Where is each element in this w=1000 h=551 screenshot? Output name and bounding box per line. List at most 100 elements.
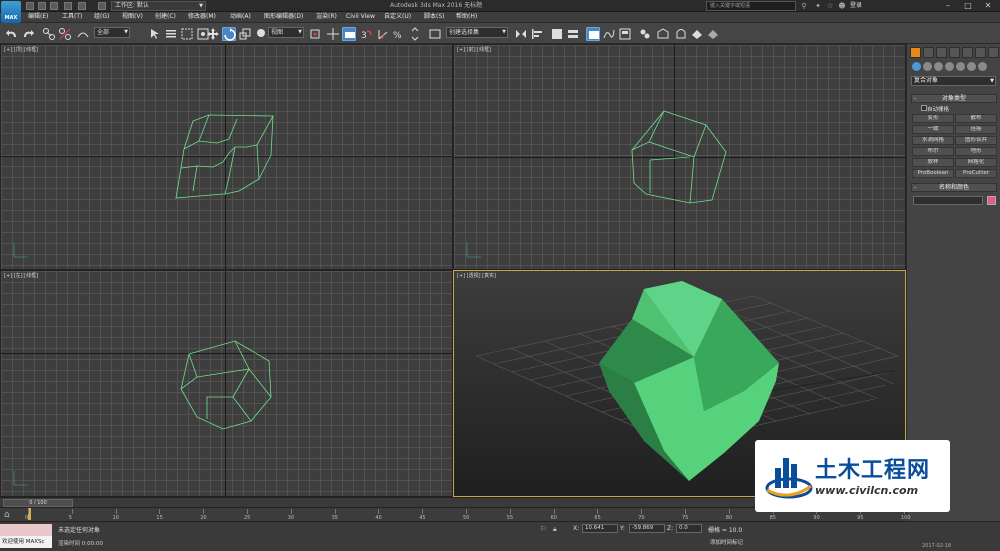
create-tab-icon[interactable] <box>910 47 921 58</box>
search-input[interactable]: 键入关键字或短语 <box>706 1 796 11</box>
save-file-icon[interactable] <box>50 2 58 10</box>
wireframe-object[interactable] <box>1 45 453 270</box>
geometry-icon[interactable] <box>912 62 921 71</box>
app-logo[interactable]: MAX <box>1 1 21 23</box>
object-type-rollout[interactable]: - 对象类型 <box>911 94 997 103</box>
morph-button[interactable]: 变形 <box>912 114 954 123</box>
unlink-icon[interactable] <box>58 27 72 41</box>
reference-coord-dropdown[interactable]: 视图 ▼ <box>268 27 304 38</box>
y-coordinate-input[interactable]: -59.869 <box>629 524 665 533</box>
space-warps-icon[interactable] <box>967 62 976 71</box>
motion-tab-icon[interactable] <box>949 47 960 58</box>
selection-filter-dropdown[interactable]: 全部 ▼ <box>94 27 130 38</box>
align-icon[interactable] <box>530 27 544 41</box>
wireframe-object[interactable] <box>1 271 453 497</box>
rotate-icon[interactable] <box>222 27 236 41</box>
toggle-ribbon-icon[interactable] <box>566 27 580 41</box>
menu-views[interactable]: 视图(V) <box>122 12 143 22</box>
rectangular-selection-icon[interactable] <box>180 27 194 41</box>
x-coordinate-input[interactable]: 10.641 <box>582 524 618 533</box>
render-setup-icon[interactable] <box>656 27 670 41</box>
minimize-icon[interactable]: – <box>940 0 956 12</box>
connect-button[interactable]: 连接 <box>955 125 997 134</box>
mesher-button[interactable]: 网格化 <box>955 158 997 167</box>
snaps-toggle-icon[interactable]: 3 <box>360 27 374 41</box>
mirror-icon[interactable] <box>514 27 528 41</box>
pivot-center-icon[interactable] <box>308 27 322 41</box>
utilities-tab-icon[interactable] <box>975 47 986 58</box>
lock-icon[interactable]: 🔒︎ <box>553 525 557 534</box>
new-file-icon[interactable] <box>26 2 34 10</box>
scatter-button[interactable]: 散布 <box>955 114 997 123</box>
boolean-button[interactable]: 布尔 <box>912 147 954 156</box>
menu-create[interactable]: 创建(C) <box>155 12 176 22</box>
maxscript-listener[interactable] <box>0 524 52 536</box>
viewport-front[interactable]: [+] [前] [线框] <box>453 44 906 270</box>
viewport-left[interactable]: [+] [左] [线框] <box>0 270 453 497</box>
layer-manager-icon[interactable] <box>550 27 564 41</box>
spinner-snap-icon[interactable] <box>408 27 422 41</box>
terrain-button[interactable]: 地形 <box>955 147 997 156</box>
info-center-icon[interactable]: ✦ <box>814 2 822 10</box>
key-filter-icon[interactable]: ⌂ <box>4 509 16 521</box>
lights-icon[interactable] <box>934 62 943 71</box>
object-name-input[interactable] <box>913 196 983 205</box>
name-color-rollout[interactable]: - 名称和颜色 <box>911 183 997 192</box>
select-manipulate-icon[interactable] <box>326 27 340 41</box>
loft-button[interactable]: 放样 <box>912 158 954 167</box>
rendered-frame-window-icon[interactable] <box>674 27 688 41</box>
viewport-top[interactable]: [+] [顶] [线框] <box>0 44 453 270</box>
add-time-tag-button[interactable]: 添加时间标记 <box>710 538 743 546</box>
menu-graph-editors[interactable]: 图形编辑器(D) <box>264 12 303 22</box>
render-production-icon[interactable] <box>690 27 704 41</box>
schematic-view-icon[interactable] <box>618 27 632 41</box>
scene-explorer-icon[interactable] <box>586 27 600 41</box>
menu-help[interactable]: 帮助(H) <box>456 12 477 22</box>
object-category-dropdown[interactable]: 复合对象 ▼ <box>911 76 996 86</box>
z-coordinate-input[interactable]: 0.0 <box>676 524 702 533</box>
redo-icon[interactable] <box>21 27 35 41</box>
place-icon[interactable] <box>254 27 268 41</box>
close-icon[interactable]: ✕ <box>980 0 996 12</box>
curve-editor-icon[interactable] <box>602 27 616 41</box>
select-by-name-icon[interactable] <box>164 27 178 41</box>
menu-modifiers[interactable]: 修改器(M) <box>188 12 216 22</box>
systems-icon[interactable] <box>978 62 987 71</box>
menu-edit[interactable]: 编辑(E) <box>28 12 48 22</box>
modify-tab-icon[interactable] <box>923 47 934 58</box>
display-tab-icon[interactable] <box>962 47 973 58</box>
keyboard-shortcut-icon[interactable] <box>342 27 356 41</box>
maximize-icon[interactable]: □ <box>960 0 976 12</box>
select-object-icon[interactable] <box>148 27 162 41</box>
maxscript-mini[interactable]: 欢迎使用 MAXSc <box>0 536 52 548</box>
render-iterative-icon[interactable] <box>706 27 720 41</box>
scale-icon[interactable] <box>238 27 252 41</box>
menu-group[interactable]: 组(G) <box>94 12 109 22</box>
menu-civil-view[interactable]: Civil View <box>346 12 375 22</box>
project-folder-icon[interactable] <box>98 2 106 10</box>
open-file-icon[interactable] <box>38 2 46 10</box>
named-selection-dropdown[interactable]: 创建选择集 ▼ <box>446 27 508 38</box>
menu-rendering[interactable]: 渲染(R) <box>316 12 337 22</box>
object-color-swatch[interactable] <box>987 196 996 205</box>
cameras-icon[interactable] <box>945 62 954 71</box>
hierarchy-tab-icon[interactable] <box>936 47 947 58</box>
time-slider-handle[interactable]: 0 / 100 <box>3 499 73 507</box>
workspace-dropdown[interactable]: 工作区: 默认 ▼ <box>111 1 206 11</box>
menu-animation[interactable]: 动画(A) <box>230 12 251 22</box>
conform-button[interactable]: 一致 <box>912 125 954 134</box>
menu-customize[interactable]: 自定义(U) <box>384 12 411 22</box>
undo-icon[interactable] <box>5 27 19 41</box>
undo-icon[interactable] <box>64 2 72 10</box>
procutter-button[interactable]: ProCutter <box>955 169 997 178</box>
menu-tools[interactable]: 工具(T) <box>62 12 82 22</box>
material-editor-icon[interactable] <box>638 27 652 41</box>
search-icon[interactable]: ⚲ <box>800 2 808 10</box>
angle-snap-icon[interactable] <box>376 27 390 41</box>
menu-scripting[interactable]: 脚本(S) <box>424 12 445 22</box>
wireframe-object[interactable] <box>454 45 906 270</box>
move-icon[interactable] <box>206 27 220 41</box>
proboolean-button[interactable]: ProBoolean <box>912 169 954 178</box>
login-button[interactable]: 登录 <box>850 0 862 12</box>
shapes-icon[interactable] <box>923 62 932 71</box>
